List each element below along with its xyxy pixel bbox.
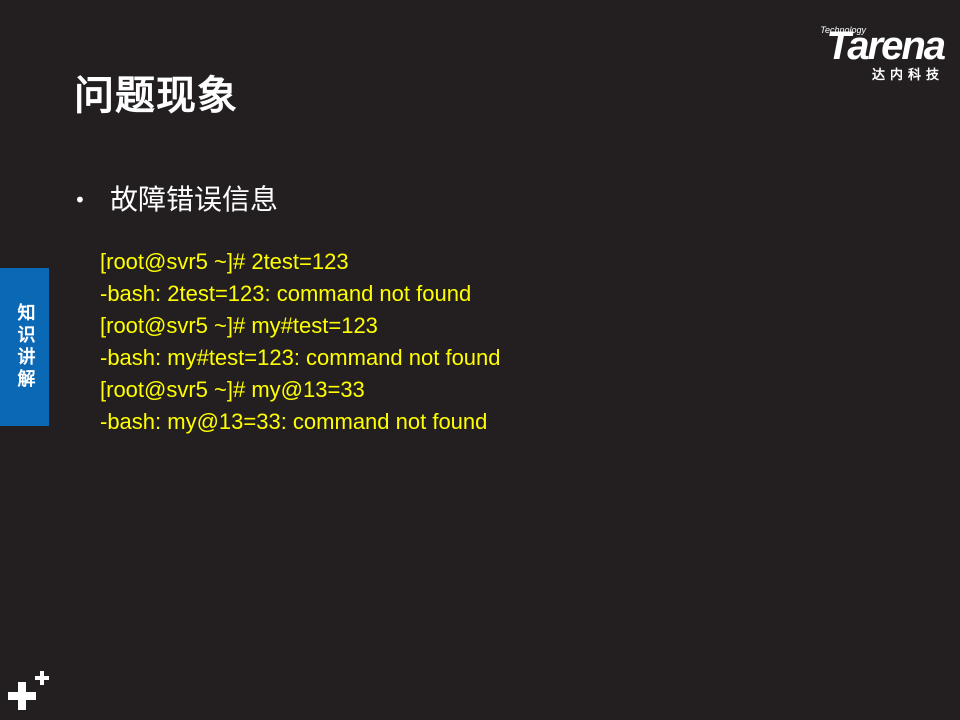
logo-chinese: 达内科技 (871, 68, 944, 83)
side-tab[interactable]: 知识讲解 (0, 268, 49, 426)
slide-title: 问题现象 (74, 73, 238, 119)
side-tab-label: 知识讲解 (14, 303, 36, 391)
tarena-logo: Technology Tarena 达内科技 (780, 22, 946, 84)
code-line: [root@svr5 ~]# my@13=33 (100, 377, 365, 402)
logo-word: Tarena (826, 24, 946, 68)
bullet-icon: • (74, 188, 86, 212)
code-line: -bash: my#test=123: command not found (100, 345, 501, 370)
bullet-text: 故障错误信息 (110, 183, 279, 216)
code-line: [root@svr5 ~]# 2test=123 (100, 249, 349, 274)
plus-small-icon (35, 671, 49, 685)
slide: 问题现象 Technology Tarena 达内科技 • 故障错误信息 [ro… (0, 0, 960, 720)
bullet-item: • 故障错误信息 (74, 178, 278, 222)
code-line: [root@svr5 ~]# my#test=123 (100, 313, 378, 338)
terminal-output: [root@svr5 ~]# 2test=123 -bash: 2test=12… (100, 246, 501, 438)
code-line: -bash: my@13=33: command not found (100, 409, 488, 434)
code-line: -bash: 2test=123: command not found (100, 281, 472, 306)
